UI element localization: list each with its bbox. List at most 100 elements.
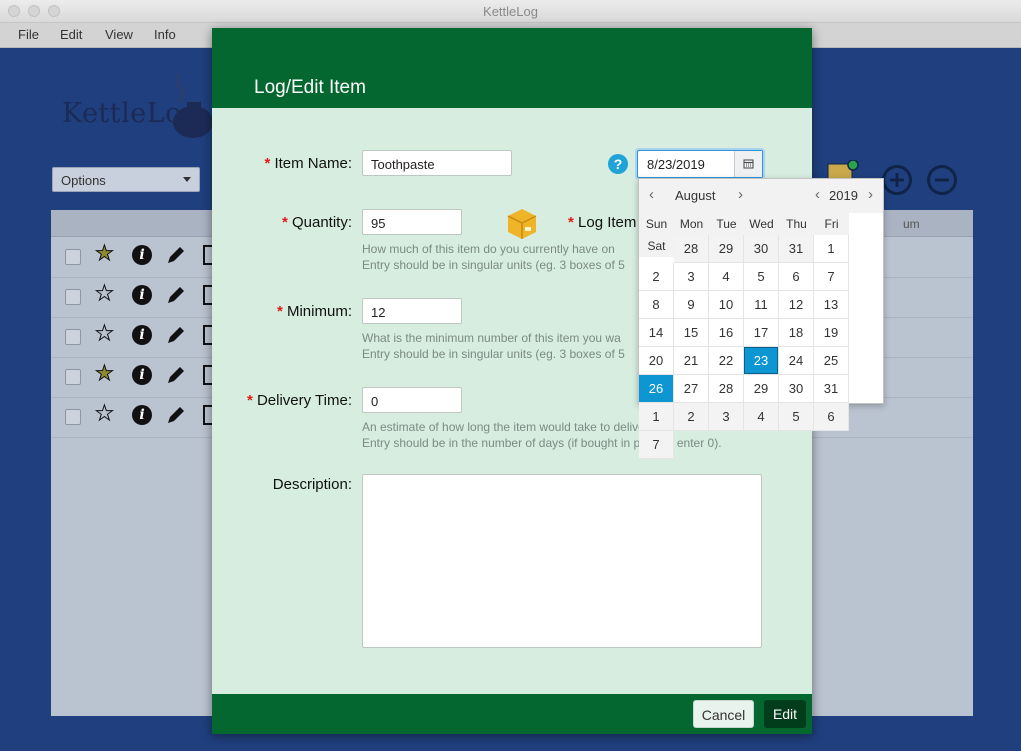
column-header-minimum[interactable]: um bbox=[903, 217, 920, 231]
calendar-day-cell[interactable]: 7 bbox=[814, 263, 849, 291]
calendar-day-cell[interactable]: 4 bbox=[744, 403, 779, 431]
calendar-day-cell[interactable]: 17 bbox=[744, 319, 779, 347]
menu-file[interactable]: File bbox=[18, 27, 39, 42]
calendar-toggle-button[interactable] bbox=[734, 151, 762, 177]
row-checkbox[interactable] bbox=[65, 289, 81, 305]
quantity-input[interactable]: 95 bbox=[362, 209, 462, 235]
menu-edit[interactable]: Edit bbox=[60, 27, 82, 42]
plus-icon bbox=[890, 173, 904, 187]
quantity-help-line-1: How much of this item do you currently h… bbox=[362, 242, 615, 256]
log-item-label-text: Log Item bbox=[578, 214, 637, 231]
menu-info[interactable]: Info bbox=[154, 27, 176, 42]
edit-button[interactable]: Edit bbox=[764, 700, 806, 728]
description-textarea[interactable] bbox=[362, 474, 762, 648]
star-outline-icon[interactable]: ★ bbox=[95, 402, 115, 426]
calendar-day-cell[interactable]: 7 bbox=[639, 431, 674, 459]
item-name-input[interactable]: Toothpaste bbox=[362, 150, 512, 176]
pencil-icon[interactable] bbox=[165, 364, 187, 386]
star-filled-icon[interactable]: ★ bbox=[95, 242, 115, 266]
row-checkbox[interactable] bbox=[65, 249, 81, 265]
calendar-day-cell[interactable]: 5 bbox=[779, 403, 814, 431]
star-outline-icon[interactable]: ★ bbox=[95, 322, 115, 346]
delivery-time-label: * Delivery Time: bbox=[232, 392, 352, 409]
calendar-day-cell[interactable]: 31 bbox=[779, 235, 814, 263]
pencil-icon[interactable] bbox=[165, 244, 187, 266]
options-dropdown-label: Options bbox=[61, 173, 106, 188]
calendar-day-cell[interactable]: 9 bbox=[674, 291, 709, 319]
row-checkbox[interactable] bbox=[65, 329, 81, 345]
calendar-day-cell[interactable]: 13 bbox=[814, 291, 849, 319]
calendar-day-cell[interactable]: 31 bbox=[814, 375, 849, 403]
info-icon[interactable]: i bbox=[132, 365, 152, 385]
remove-item-button[interactable] bbox=[927, 165, 957, 195]
calendar-day-cell[interactable]: 15 bbox=[674, 319, 709, 347]
calendar-day-cell[interactable]: 27 bbox=[674, 375, 709, 403]
required-marker: * bbox=[568, 214, 574, 231]
calendar-day-cell[interactable]: 10 bbox=[709, 291, 744, 319]
options-dropdown[interactable]: Options bbox=[52, 167, 200, 192]
help-icon[interactable]: ? bbox=[608, 154, 628, 174]
calendar-day-cell[interactable]: 8 bbox=[639, 291, 674, 319]
date-value: 8/23/2019 bbox=[647, 157, 705, 172]
calendar-day-cell[interactable]: 22 bbox=[709, 347, 744, 375]
calendar-day-cell[interactable]: 2 bbox=[674, 403, 709, 431]
pencil-icon[interactable] bbox=[165, 324, 187, 346]
calendar-day-cell[interactable]: 1 bbox=[639, 403, 674, 431]
calendar-day-cell[interactable]: 29 bbox=[709, 235, 744, 263]
calendar-day-cell[interactable]: 25 bbox=[814, 347, 849, 375]
date-picker-input[interactable]: 8/23/2019 bbox=[637, 150, 763, 178]
delivery-time-input[interactable]: 0 bbox=[362, 387, 462, 413]
minimum-label-text: Minimum: bbox=[286, 303, 352, 320]
calendar-day-cell[interactable]: 6 bbox=[814, 403, 849, 431]
previous-month-button[interactable]: ‹ bbox=[649, 187, 654, 202]
calendar-day-cell[interactable]: 3 bbox=[674, 263, 709, 291]
row-checkbox[interactable] bbox=[65, 409, 81, 425]
calendar-day-cell[interactable]: 1 bbox=[814, 235, 849, 263]
delivery-time-label-text: Delivery Time: bbox=[256, 392, 352, 409]
calendar-day-cell[interactable]: 19 bbox=[814, 319, 849, 347]
calendar-day-cell[interactable]: 21 bbox=[674, 347, 709, 375]
calendar-day-cell[interactable]: 28 bbox=[674, 235, 709, 263]
next-month-button[interactable]: › bbox=[738, 187, 743, 202]
calendar-day-cell[interactable]: 30 bbox=[779, 375, 814, 403]
calendar-day-cell[interactable]: 4 bbox=[709, 263, 744, 291]
calendar-day-cell[interactable]: 18 bbox=[779, 319, 814, 347]
pencil-icon[interactable] bbox=[165, 284, 187, 306]
calendar-day-cell[interactable]: 26 bbox=[639, 375, 674, 403]
add-item-button[interactable] bbox=[882, 165, 912, 195]
calendar-day-cell[interactable]: 16 bbox=[709, 319, 744, 347]
calendar-day-cell[interactable]: 20 bbox=[639, 347, 674, 375]
log-item-label: * Log Item bbox=[568, 214, 636, 231]
cancel-button[interactable]: Cancel bbox=[693, 700, 754, 728]
description-label: Description: bbox=[272, 476, 352, 493]
row-checkbox[interactable] bbox=[65, 369, 81, 385]
calendar-day-cell[interactable]: 24 bbox=[779, 347, 814, 375]
next-year-button[interactable]: › bbox=[868, 187, 873, 202]
item-name-label: * Item Name: bbox=[252, 155, 352, 172]
calendar-day-cell[interactable]: 5 bbox=[744, 263, 779, 291]
calendar-day-cell[interactable]: 23 bbox=[744, 347, 779, 375]
calendar-day-cell[interactable]: 2 bbox=[639, 263, 674, 291]
weekday-label: Thu bbox=[779, 213, 814, 235]
calendar-day-cell[interactable]: 28 bbox=[709, 375, 744, 403]
star-filled-icon[interactable]: ★ bbox=[95, 362, 115, 386]
package-box-icon[interactable] bbox=[505, 206, 539, 240]
pencil-icon[interactable] bbox=[165, 404, 187, 426]
calendar-week-row: 28 29 30 31 1 2 3 bbox=[639, 235, 883, 291]
star-outline-icon[interactable]: ★ bbox=[95, 282, 115, 306]
calendar-day-cell[interactable]: 11 bbox=[744, 291, 779, 319]
info-icon[interactable]: i bbox=[132, 245, 152, 265]
calendar-day-cell[interactable]: 6 bbox=[779, 263, 814, 291]
minimum-input[interactable]: 12 bbox=[362, 298, 462, 324]
calendar-day-cell[interactable]: 12 bbox=[779, 291, 814, 319]
info-icon[interactable]: i bbox=[132, 285, 152, 305]
menu-view[interactable]: View bbox=[105, 27, 133, 42]
info-icon[interactable]: i bbox=[132, 325, 152, 345]
calendar-day-cell[interactable]: 14 bbox=[639, 319, 674, 347]
info-icon[interactable]: i bbox=[132, 405, 152, 425]
window-title: KettleLog bbox=[483, 4, 538, 19]
previous-year-button[interactable]: ‹ bbox=[815, 187, 820, 202]
calendar-day-cell[interactable]: 30 bbox=[744, 235, 779, 263]
calendar-day-cell[interactable]: 29 bbox=[744, 375, 779, 403]
calendar-day-cell[interactable]: 3 bbox=[709, 403, 744, 431]
